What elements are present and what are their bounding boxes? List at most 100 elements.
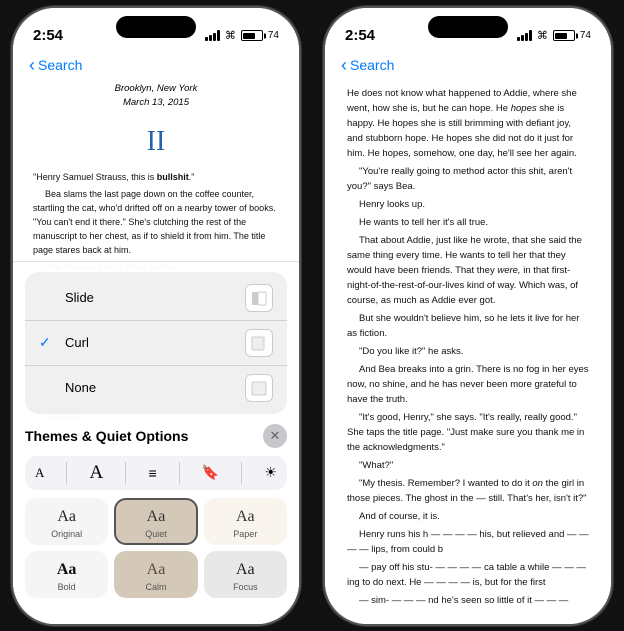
right-phone-screen: 2:54 ⌘ 74	[325, 8, 611, 624]
slide-label: Slide	[65, 290, 94, 305]
left-notch	[116, 16, 196, 38]
left-status-bar: 2:54 ⌘ 74	[13, 8, 299, 52]
left-bottom-panel: Slide ✓ Curl	[13, 261, 299, 624]
font-increase-button[interactable]: A	[90, 462, 104, 484]
right-back-chevron-icon: ‹	[341, 56, 347, 74]
font-decrease-button[interactable]: A	[35, 465, 44, 481]
slide-icon	[245, 284, 273, 312]
theme-bold-aa: Aa	[57, 561, 77, 579]
left-time: 2:54	[33, 27, 63, 44]
theme-paper-label: Paper	[233, 529, 257, 539]
right-phone: 2:54 ⌘ 74	[312, 0, 624, 631]
right-para-9: "It's good, Henry," she says. "It's real…	[347, 410, 589, 455]
right-para-14: — pay off his stu- — — — — ca table a wh…	[347, 560, 589, 590]
left-phone: 2:54 ⌘ 74	[0, 0, 312, 631]
right-time: 2:54	[345, 27, 375, 44]
right-para-12: And of course, it is.	[347, 509, 589, 524]
theme-quiet-aa: Aa	[147, 508, 166, 526]
theme-cards-row-2: Aa Bold Aa Calm Aa Focus	[25, 551, 287, 598]
book-para-2: Bea slams the last page down on the coff…	[33, 188, 279, 258]
transition-curl[interactable]: ✓ Curl	[25, 320, 287, 365]
theme-quiet-label: Quiet	[145, 529, 167, 539]
right-battery-fill	[555, 33, 567, 39]
book-location-line1: Brooklyn, New York	[33, 82, 279, 96]
book-chapter-number: II	[33, 120, 279, 163]
right-signal-icon	[517, 30, 532, 41]
themes-label: Themes & Quiet Options	[25, 428, 188, 444]
right-para-10: "What?"	[347, 458, 589, 473]
transition-slide[interactable]: Slide	[25, 276, 287, 320]
transition-none[interactable]: None	[25, 365, 287, 410]
theme-original-label: Original	[51, 529, 82, 539]
right-nav-bar: ‹ Search	[325, 52, 611, 82]
right-para-15: — sim- — — — nd he's seen so little of i…	[347, 593, 589, 610]
right-status-bar: 2:54 ⌘ 74	[325, 8, 611, 52]
battery-icon	[241, 30, 263, 41]
right-battery-icon	[553, 30, 575, 41]
right-wifi-icon: ⌘	[537, 29, 548, 42]
theme-calm-aa: Aa	[147, 561, 166, 579]
theme-focus-aa: Aa	[236, 561, 255, 579]
right-back-button[interactable]: ‹ Search	[341, 56, 394, 74]
right-phone-frame: 2:54 ⌘ 74	[323, 6, 613, 626]
book-location-line2: March 13, 2015	[33, 96, 279, 110]
signal-icon	[205, 30, 220, 41]
theme-paper[interactable]: Aa Paper	[204, 498, 287, 545]
right-book-content: He does not know what happened to Addie,…	[325, 82, 611, 610]
left-status-icons: ⌘ 74	[205, 29, 279, 42]
font-style-icon[interactable]: ≡	[148, 465, 156, 481]
curl-label: Curl	[65, 335, 89, 350]
battery-fill	[243, 33, 255, 39]
theme-original-aa: Aa	[57, 508, 76, 526]
right-para-8: And Bea breaks into a grin. There is no …	[347, 362, 589, 407]
font-controls-bar: A A ≡ 🔖 ☀	[25, 456, 287, 490]
theme-original[interactable]: Aa Original	[25, 498, 108, 545]
theme-cards-row-1: Aa Original Aa Quiet Aa Paper	[25, 498, 287, 545]
themes-header-row: Themes & Quiet Options ✕	[25, 424, 287, 448]
battery-label: 74	[268, 30, 279, 41]
theme-bold[interactable]: Aa Bold	[25, 551, 108, 598]
none-icon	[245, 374, 273, 402]
brightness-icon[interactable]: ☀	[264, 464, 277, 481]
theme-paper-aa: Aa	[236, 508, 255, 526]
wifi-icon: ⌘	[225, 29, 236, 42]
right-para-5: That about Addie, just like he wrote, th…	[347, 233, 589, 308]
left-nav-bar: ‹ Search	[13, 52, 299, 82]
none-label: None	[65, 380, 96, 395]
bookmark-icon[interactable]: 🔖	[202, 464, 219, 481]
right-para-1: He does not know what happened to Addie,…	[347, 86, 589, 161]
close-panel-button[interactable]: ✕	[263, 424, 287, 448]
theme-quiet[interactable]: Aa Quiet	[114, 498, 197, 545]
theme-focus-label: Focus	[233, 582, 258, 592]
theme-focus[interactable]: Aa Focus	[204, 551, 287, 598]
book-para-1: "Henry Samuel Strauss, this is bullshit.…	[33, 171, 279, 185]
right-battery-label: 74	[580, 30, 591, 41]
right-para-4: He wants to tell her it's all true.	[347, 215, 589, 230]
curl-check: ✓	[39, 334, 55, 351]
right-notch	[428, 16, 508, 38]
separator-1	[66, 462, 67, 484]
theme-calm-label: Calm	[145, 582, 166, 592]
transition-options-list: Slide ✓ Curl	[25, 272, 287, 414]
separator-2	[125, 462, 126, 484]
right-para-11: "My thesis. Remember? I wanted to do it …	[347, 476, 589, 506]
left-back-button[interactable]: ‹ Search	[29, 56, 82, 74]
separator-4	[241, 462, 242, 484]
right-para-2: "You're really going to method actor thi…	[347, 164, 589, 194]
right-status-icons: ⌘ 74	[517, 29, 591, 42]
right-para-7: "Do you like it?" he asks.	[347, 344, 589, 359]
left-back-label: Search	[38, 57, 82, 73]
left-back-chevron-icon: ‹	[29, 56, 35, 74]
book-header: Brooklyn, New York March 13, 2015	[33, 82, 279, 111]
theme-bold-label: Bold	[58, 582, 76, 592]
curl-icon	[245, 329, 273, 357]
separator-3	[179, 462, 180, 484]
left-phone-frame: 2:54 ⌘ 74	[11, 6, 301, 626]
left-phone-screen: 2:54 ⌘ 74	[13, 8, 299, 624]
right-para-13: Henry runs his h — — — — his, but reliev…	[347, 527, 589, 557]
right-para-3: Henry looks up.	[347, 197, 589, 212]
right-para-6: But she wouldn't believe him, so he lets…	[347, 311, 589, 341]
app-container: 2:54 ⌘ 74	[0, 0, 624, 631]
right-back-label: Search	[350, 57, 394, 73]
theme-calm[interactable]: Aa Calm	[114, 551, 197, 598]
